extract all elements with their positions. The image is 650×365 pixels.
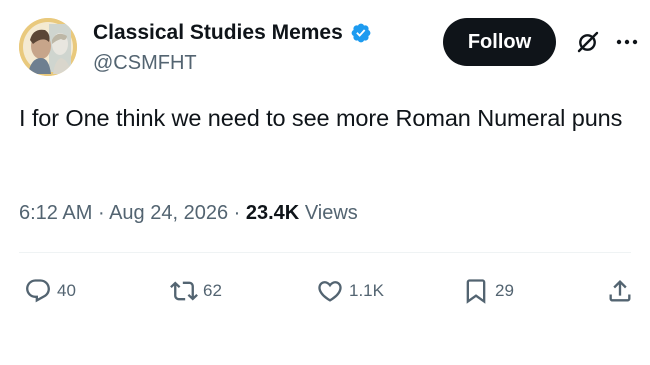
grok-icon[interactable] [576, 30, 600, 54]
bookmark-count: 29 [495, 281, 514, 300]
repost-icon [170, 281, 198, 301]
reply-icon [26, 279, 50, 303]
share-button[interactable] [606, 276, 634, 306]
follow-button[interactable]: Follow [443, 18, 556, 66]
meta-separator: · [97, 202, 105, 224]
repost-count: 62 [203, 281, 222, 300]
tweet-text: I for One think we need to see more Roma… [19, 105, 623, 131]
verified-badge-icon [350, 22, 372, 44]
author-display-name[interactable]: Classical Studies Memes [93, 19, 343, 47]
tweet-meta: 6:12 AM · Aug 24, 2026 · 23.4K Views [19, 199, 358, 227]
avatar-image [19, 18, 77, 76]
divider [19, 252, 631, 253]
repost-button[interactable]: 62 [170, 276, 222, 306]
more-options-icon[interactable] [616, 32, 638, 52]
like-button[interactable]: 1.1K [316, 276, 384, 306]
views-count: 23.4K [245, 202, 300, 224]
views-label: Views [304, 202, 358, 224]
share-icon [609, 280, 631, 302]
reply-count: 40 [57, 281, 76, 300]
bookmark-button[interactable]: 29 [462, 276, 514, 306]
heart-icon [318, 281, 342, 302]
meta-separator: · [233, 202, 241, 224]
like-count: 1.1K [349, 281, 384, 300]
author-name[interactable]: Classical Studies Memes [93, 19, 372, 47]
reply-button[interactable]: 40 [24, 276, 76, 306]
bookmark-icon [466, 279, 486, 304]
tweet-date[interactable]: Aug 24, 2026 [109, 202, 228, 224]
tweet-time[interactable]: 6:12 AM [19, 202, 92, 224]
author-handle[interactable]: @CSMFHT [93, 50, 197, 76]
avatar[interactable] [19, 18, 77, 76]
